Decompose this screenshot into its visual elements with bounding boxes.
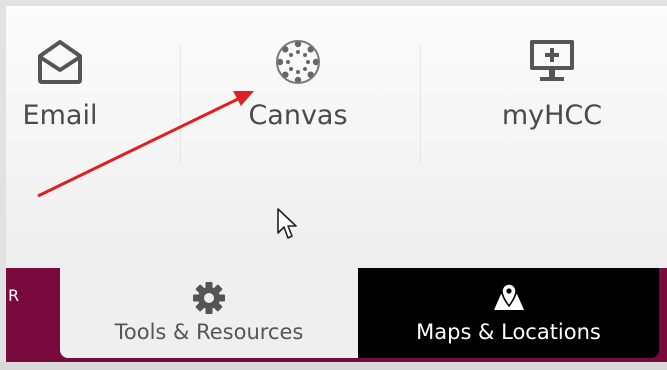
- canvas-logo-icon: [272, 36, 324, 88]
- canvas-link[interactable]: Canvas: [238, 0, 358, 170]
- quick-links-divider: [420, 45, 421, 165]
- tab-tools-resources[interactable]: Tools & Resources: [60, 268, 358, 358]
- canvas-link-label: Canvas: [248, 100, 348, 131]
- screenshot-border-bottom: [0, 362, 667, 370]
- myhcc-link[interactable]: myHCC: [472, 0, 632, 170]
- mouse-cursor-icon: [277, 208, 297, 239]
- tab-tools-resources-label: Tools & Resources: [114, 320, 304, 344]
- monitor-plus-icon: [525, 36, 579, 88]
- myhcc-link-label: myHCC: [501, 100, 603, 131]
- tab-maps-locations[interactable]: Maps & Locations: [358, 268, 659, 358]
- email-link[interactable]: Email: [0, 0, 120, 170]
- email-link-label: Email: [22, 100, 98, 131]
- tab-maps-locations-label: Maps & Locations: [416, 320, 601, 344]
- quick-links-divider: [180, 45, 181, 165]
- envelope-icon: [32, 36, 88, 88]
- map-pin-icon: [491, 280, 527, 316]
- gear-icon: [191, 280, 227, 316]
- truncated-edge-text: R: [8, 286, 20, 305]
